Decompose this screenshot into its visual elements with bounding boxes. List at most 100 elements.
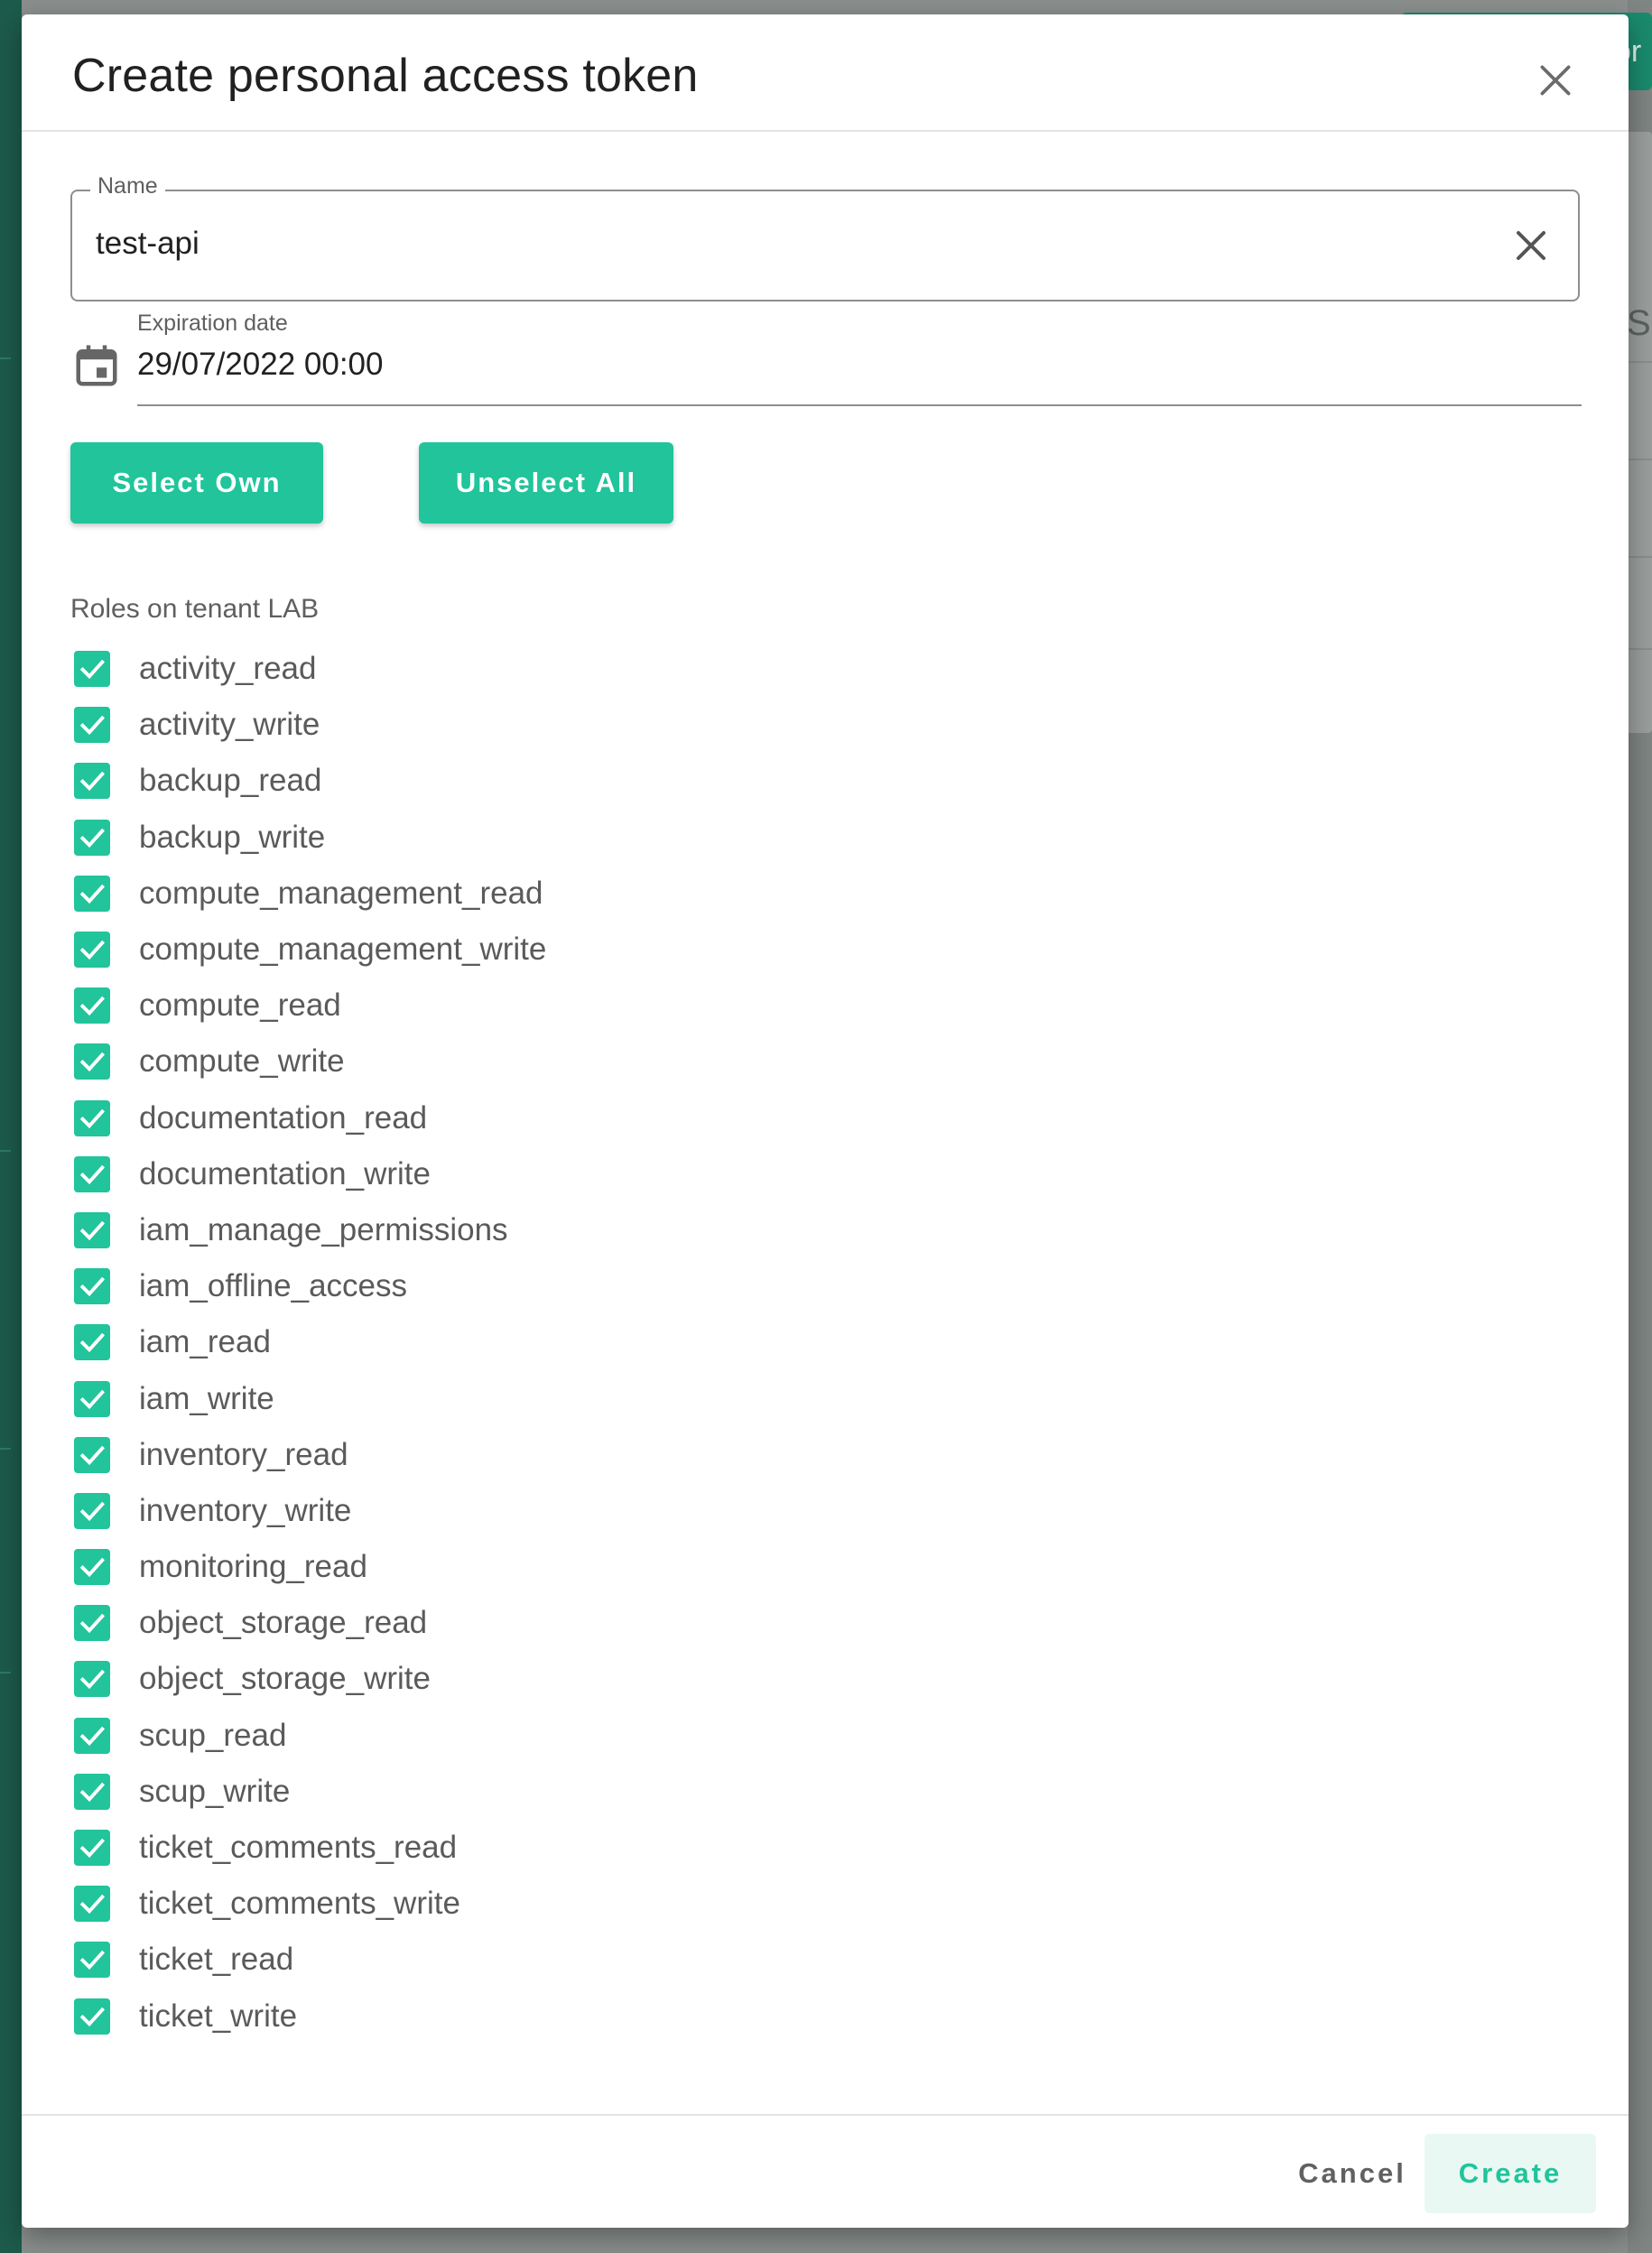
role-label: documentation_write — [139, 1155, 431, 1191]
checkbox-checked[interactable] — [74, 1886, 110, 1923]
check-icon — [79, 1276, 106, 1297]
select-own-roles-button[interactable]: Select Own Roles — [70, 442, 323, 579]
check-icon — [79, 1894, 106, 1915]
check-icon — [79, 1220, 106, 1241]
name-field[interactable]: Name test-api — [70, 173, 1580, 301]
role-label: ticket_read — [139, 1942, 294, 1978]
role-checkbox-row[interactable]: inventory_write — [74, 1483, 546, 1539]
role-label: monitoring_read — [139, 1549, 367, 1585]
role-checkbox-row[interactable]: monitoring_read — [74, 1539, 546, 1595]
checkbox-checked[interactable] — [74, 875, 110, 912]
role-label: ticket_write — [139, 1998, 298, 2034]
checkbox-checked[interactable] — [74, 1661, 110, 1698]
role-checkbox-row[interactable]: compute_read — [74, 978, 546, 1034]
role-label: inventory_write — [139, 1492, 352, 1528]
role-checkbox-row[interactable]: ticket_comments_write — [74, 1876, 546, 1932]
role-checkbox-row[interactable]: iam_manage_permissions — [74, 1202, 546, 1258]
checkbox-checked[interactable] — [74, 1549, 110, 1586]
check-icon — [79, 1782, 106, 1802]
role-checkbox-row[interactable]: activity_read — [74, 641, 546, 697]
checkbox-checked[interactable] — [74, 1211, 110, 1248]
checkbox-checked[interactable] — [74, 819, 110, 856]
checkbox-checked[interactable] — [74, 1717, 110, 1754]
checkbox-checked[interactable] — [74, 651, 110, 688]
checkbox-checked[interactable] — [74, 1998, 110, 2035]
close-icon — [1540, 65, 1571, 96]
background-divider — [0, 1672, 11, 1674]
check-icon — [79, 772, 106, 792]
checkbox-checked[interactable] — [74, 763, 110, 800]
calendar-icon[interactable] — [72, 341, 121, 390]
role-label: iam_write — [139, 1380, 274, 1416]
role-checkbox-row[interactable]: iam_read — [74, 1314, 546, 1370]
checkbox-checked[interactable] — [74, 1268, 110, 1305]
roles-list: activity_read activity_write backup_read… — [74, 641, 546, 2044]
role-label: iam_read — [139, 1324, 271, 1360]
role-label: ticket_comments_write — [139, 1886, 460, 1922]
checkbox-checked[interactable] — [74, 1942, 110, 1979]
check-icon — [79, 1389, 106, 1409]
checkbox-checked[interactable] — [74, 1773, 110, 1810]
check-icon — [79, 2007, 106, 2026]
checkbox-checked[interactable] — [74, 1043, 110, 1080]
close-button[interactable] — [1533, 58, 1578, 103]
checkbox-checked[interactable] — [74, 707, 110, 744]
check-icon — [79, 716, 106, 736]
dialog-title: Create personal access token — [72, 50, 699, 102]
checkbox-checked[interactable] — [74, 1605, 110, 1642]
role-checkbox-row[interactable]: documentation_write — [74, 1146, 546, 1202]
role-label: scup_write — [139, 1773, 291, 1809]
checkbox-checked[interactable] — [74, 987, 110, 1025]
role-checkbox-row[interactable]: scup_read — [74, 1708, 546, 1764]
role-checkbox-row[interactable]: activity_write — [74, 697, 546, 753]
role-label: ticket_comments_read — [139, 1830, 458, 1866]
role-checkbox-row[interactable]: compute_write — [74, 1034, 546, 1089]
role-checkbox-row[interactable]: compute_management_read — [74, 866, 546, 922]
name-input-value[interactable]: test-api — [96, 226, 200, 262]
background-divider — [0, 1150, 11, 1152]
role-label: compute_write — [139, 1043, 345, 1080]
clear-name-button[interactable] — [1509, 224, 1553, 267]
expiration-date-input[interactable]: 29/07/2022 00:00 — [137, 343, 1582, 406]
role-label: backup_write — [139, 819, 326, 855]
check-icon — [79, 1838, 106, 1859]
create-button[interactable]: Create — [1425, 2134, 1596, 2213]
role-checkbox-row[interactable]: compute_management_write — [74, 922, 546, 978]
role-checkbox-row[interactable]: ticket_comments_read — [74, 1820, 546, 1876]
role-checkbox-row[interactable]: backup_write — [74, 810, 546, 866]
name-field-label: Name — [90, 173, 165, 199]
cancel-button[interactable]: Cancel — [1264, 2134, 1441, 2213]
checkbox-checked[interactable] — [74, 1324, 110, 1361]
role-label: compute_read — [139, 987, 341, 1024]
background-divider — [0, 357, 11, 359]
role-label: iam_manage_permissions — [139, 1211, 508, 1247]
role-checkbox-row[interactable]: documentation_read — [74, 1090, 546, 1146]
checkbox-checked[interactable] — [74, 1099, 110, 1136]
role-checkbox-row[interactable]: object_storage_read — [74, 1595, 546, 1651]
check-icon — [79, 940, 106, 960]
role-checkbox-row[interactable]: iam_offline_access — [74, 1258, 546, 1314]
check-icon — [79, 1557, 106, 1578]
check-icon — [79, 996, 106, 1016]
checkbox-checked[interactable] — [74, 932, 110, 969]
unselect-all-button[interactable]: Unselect All — [419, 442, 673, 524]
check-icon — [79, 1164, 106, 1184]
role-checkbox-row[interactable]: object_storage_write — [74, 1651, 546, 1707]
role-label: compute_management_read — [139, 875, 543, 911]
role-label: inventory_read — [139, 1436, 348, 1472]
role-checkbox-row[interactable]: scup_write — [74, 1764, 546, 1820]
checkbox-checked[interactable] — [74, 1492, 110, 1529]
checkbox-checked[interactable] — [74, 1380, 110, 1417]
background-divider — [0, 1448, 11, 1450]
check-icon — [79, 1052, 106, 1072]
checkbox-checked[interactable] — [74, 1436, 110, 1473]
role-checkbox-row[interactable]: iam_write — [74, 1370, 546, 1426]
checkbox-checked[interactable] — [74, 1830, 110, 1867]
role-checkbox-row[interactable]: inventory_read — [74, 1427, 546, 1483]
create-token-dialog: Create personal access token Name test-a… — [22, 14, 1629, 2228]
checkbox-checked[interactable] — [74, 1155, 110, 1192]
role-checkbox-row[interactable]: backup_read — [74, 753, 546, 809]
role-checkbox-row[interactable]: ticket_read — [74, 1932, 546, 1988]
role-checkbox-row[interactable]: ticket_write — [74, 1989, 546, 2044]
check-icon — [79, 1614, 106, 1634]
